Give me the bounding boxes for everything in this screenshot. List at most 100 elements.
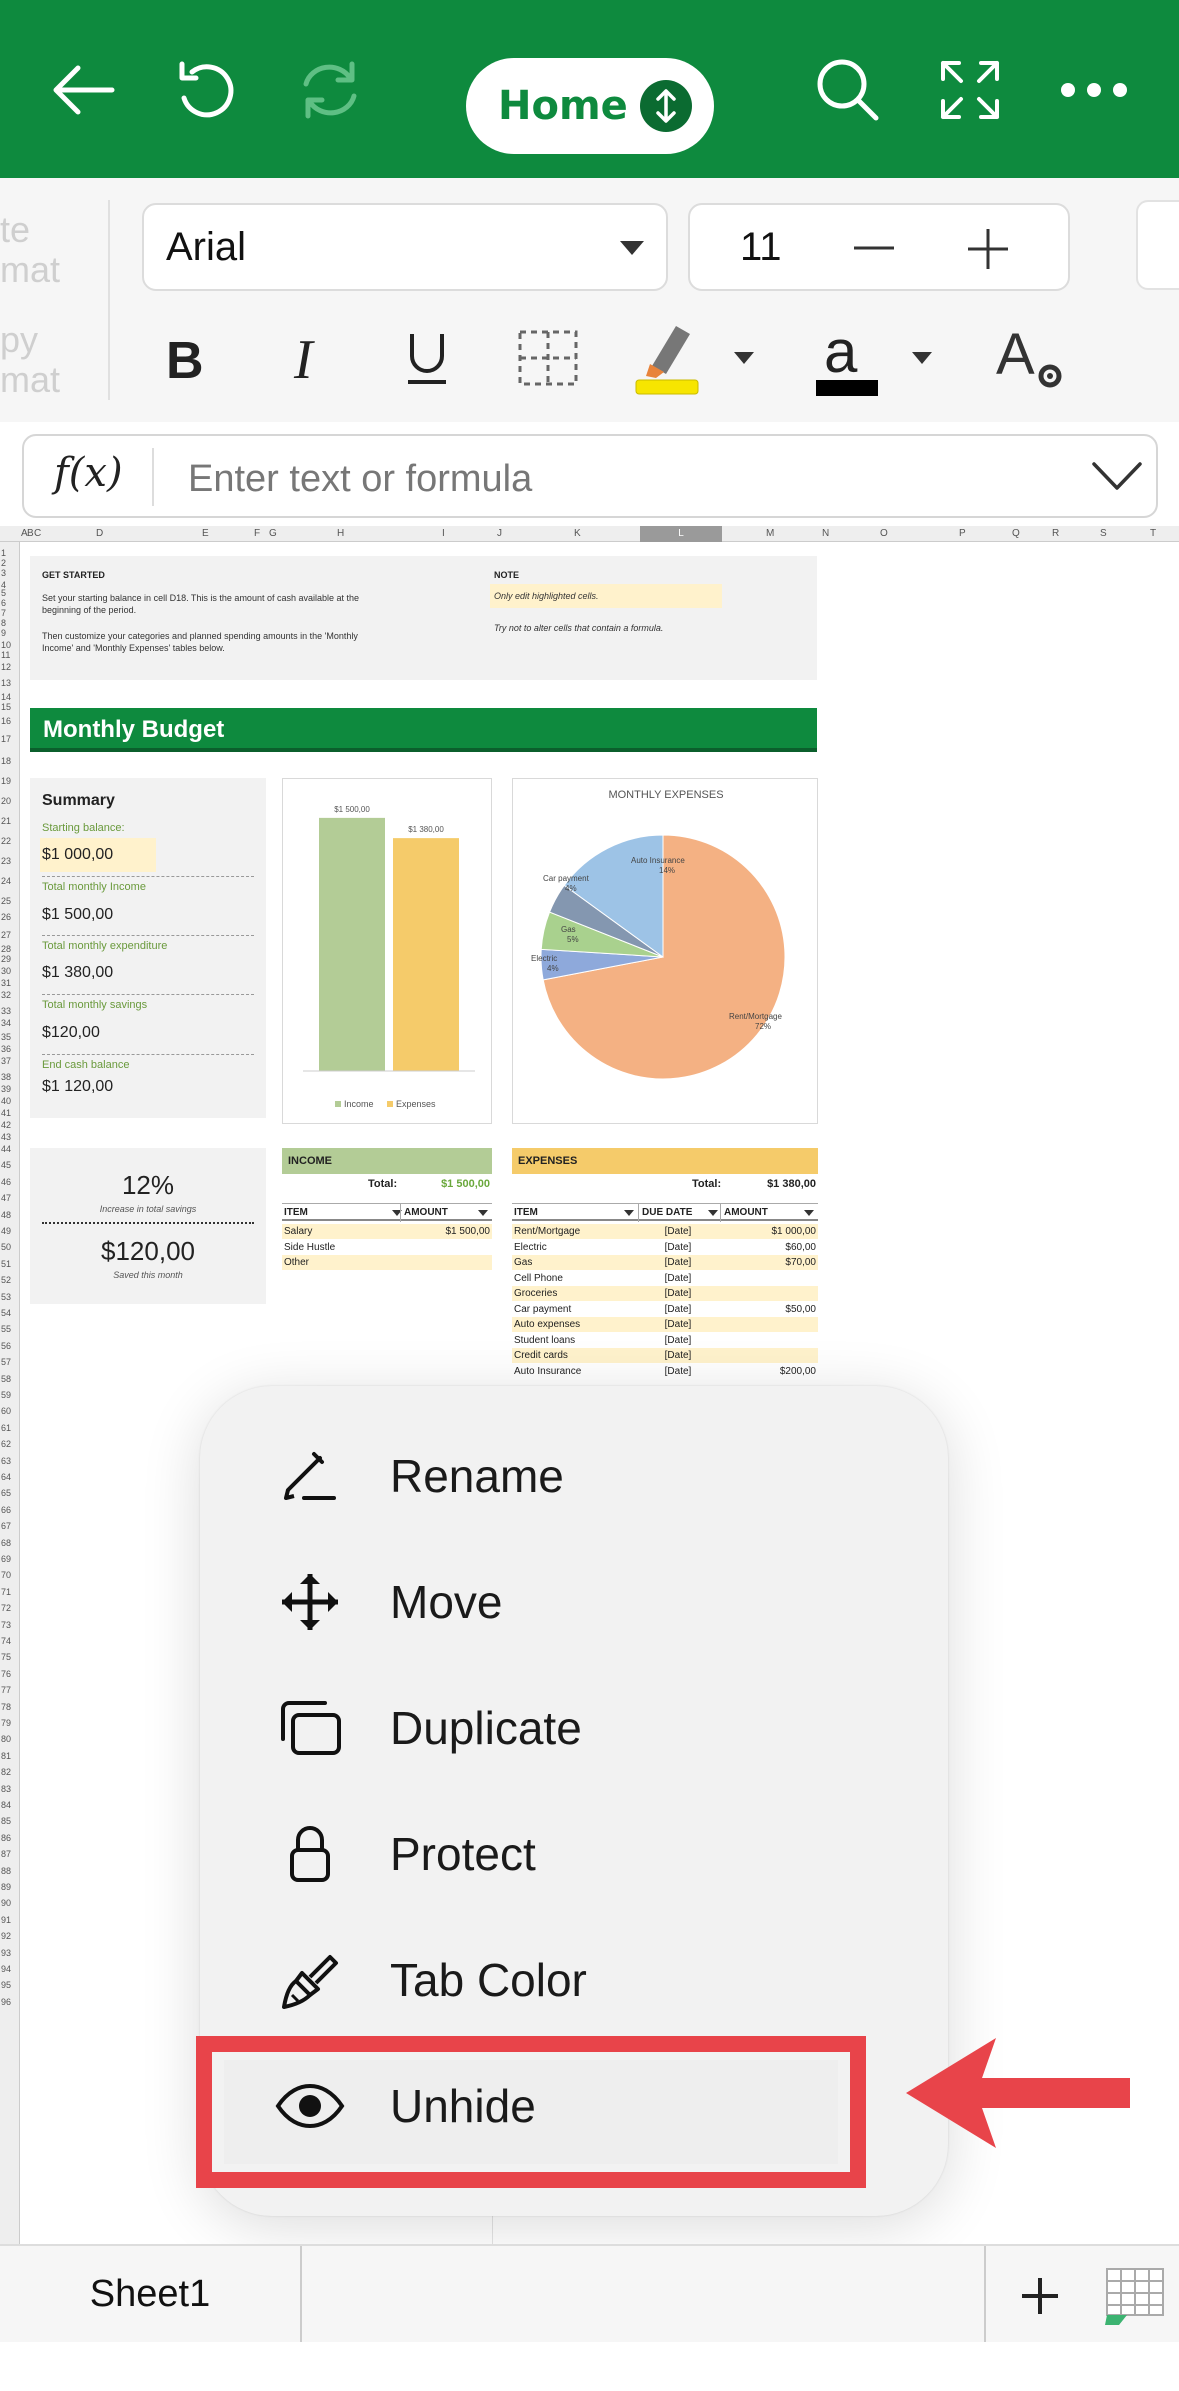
row-header[interactable]: 15 [1,702,11,712]
row-header[interactable]: 13 [1,678,11,688]
column-header[interactable]: N [822,528,829,539]
row-header[interactable]: 7 [1,608,6,618]
row-header[interactable]: 39 [1,1084,11,1094]
font-size-stepper[interactable]: 11 [688,203,1070,291]
row-header[interactable]: 26 [1,912,11,922]
row-header[interactable]: 32 [1,990,11,1000]
monthly-expenses-pie-chart[interactable]: MONTHLY EXPENSES Rent/Mortgage 72% Electri… [512,778,818,1124]
row-header[interactable]: 60 [1,1406,11,1416]
row-header[interactable]: 73 [1,1620,11,1630]
row-header[interactable]: 6 [1,598,6,608]
row-header[interactable]: 64 [1,1472,11,1482]
row-header[interactable]: 86 [1,1833,11,1843]
row-header[interactable]: 36 [1,1044,11,1054]
row-header[interactable]: 24 [1,876,11,886]
row-header[interactable]: 20 [1,796,11,806]
table-row[interactable]: Auto expenses [Date] [512,1317,818,1332]
table-row[interactable]: Cell Phone [Date] [512,1270,818,1286]
highlight-fill-button[interactable] [628,318,708,398]
row-header[interactable]: 28 [1,944,11,954]
row-header[interactable]: 25 [1,896,11,906]
back-arrow-icon[interactable] [44,50,124,130]
bold-button[interactable]: B [150,318,220,398]
row-header[interactable]: 62 [1,1439,11,1449]
font-color-chevron-icon[interactable] [902,318,942,398]
column-header[interactable]: O [880,528,888,539]
row-header[interactable]: 48 [1,1210,11,1220]
row-header[interactable]: 82 [1,1767,11,1777]
row-header[interactable]: 37 [1,1056,11,1066]
menu-item-rename[interactable]: Rename [270,1428,870,1524]
sheet-tab-sheet1[interactable]: Sheet1 [0,2246,302,2342]
row-header[interactable]: 12 [1,662,11,672]
row-header[interactable]: 78 [1,1702,11,1712]
row-header[interactable]: 93 [1,1948,11,1958]
column-header[interactable]: R [1052,528,1059,539]
fill-color-chevron-icon[interactable] [724,318,764,398]
column-header[interactable]: C [34,528,41,539]
row-header[interactable]: 83 [1,1784,11,1794]
row-header[interactable]: 46 [1,1177,11,1187]
row-header[interactable]: 43 [1,1132,11,1142]
income-col-item[interactable]: ITEM [284,1204,308,1222]
row-header[interactable]: 79 [1,1718,11,1728]
row-header[interactable]: 41 [1,1108,11,1118]
column-header[interactable]: P [959,528,966,539]
column-header-selected[interactable]: L [640,526,722,542]
redo-icon[interactable] [290,50,370,130]
table-row[interactable]: Side Hustle [282,1239,492,1255]
minus-icon[interactable] [852,235,896,261]
row-header[interactable]: 95 [1,1980,11,1990]
table-row[interactable]: Salary $1 500,00 [282,1224,492,1239]
row-header[interactable]: 10 [1,640,11,650]
row-header[interactable]: 17 [1,734,11,744]
formula-bar[interactable]: f(x) Enter text or formula [22,434,1158,518]
income-col-amount[interactable]: AMOUNT [400,1204,448,1222]
undo-icon[interactable] [166,50,246,130]
column-header[interactable]: Q [1012,528,1020,539]
row-header[interactable]: 34 [1,1018,11,1028]
table-row[interactable]: Auto Insurance [Date] $200,00 [512,1363,818,1379]
filter-dropdown-icon[interactable] [708,1210,718,1216]
row-header[interactable]: 94 [1,1964,11,1974]
row-header[interactable]: 16 [1,716,11,726]
row-header[interactable]: 91 [1,1915,11,1925]
row-header[interactable]: 80 [1,1734,11,1744]
row-header[interactable]: 84 [1,1800,11,1810]
font-name-dropdown[interactable]: Arial [142,203,668,291]
column-header[interactable]: K [574,528,581,539]
row-header[interactable]: 57 [1,1357,11,1367]
row-header[interactable]: 88 [1,1866,11,1876]
row-header[interactable]: 67 [1,1521,11,1531]
row-header[interactable]: 45 [1,1160,11,1170]
row-header[interactable]: 40 [1,1096,11,1106]
table-row[interactable]: Gas [Date] $70,00 [512,1255,818,1270]
row-header[interactable]: 81 [1,1751,11,1761]
income-table[interactable]: INCOME Total: $1 500,00 ITEM AMOUNT Sala… [282,1148,492,1298]
table-row[interactable]: Electric [Date] $60,00 [512,1239,818,1255]
row-header[interactable]: 54 [1,1308,11,1318]
font-color-button[interactable]: a [806,318,886,398]
column-header[interactable]: D [96,528,103,539]
menu-item-tab-color[interactable]: Tab Color [270,1932,870,2028]
row-header[interactable]: 21 [1,816,11,826]
row-header[interactable]: 96 [1,1997,11,2007]
row-header[interactable]: 51 [1,1259,11,1269]
row-header[interactable]: 63 [1,1456,11,1466]
column-header[interactable]: J [497,528,502,539]
row-header[interactable]: 72 [1,1603,11,1613]
row-header[interactable]: 3 [1,568,6,578]
row-header[interactable]: 22 [1,836,11,846]
underline-button[interactable] [392,318,462,398]
menu-item-protect[interactable]: Protect [270,1806,870,1902]
row-header[interactable]: 75 [1,1652,11,1662]
filter-dropdown-icon[interactable] [804,1210,814,1216]
menu-item-duplicate[interactable]: Duplicate [270,1680,870,1776]
row-header[interactable]: 14 [1,692,11,702]
filter-dropdown-icon[interactable] [624,1210,634,1216]
row-header[interactable]: 42 [1,1120,11,1130]
home-tab-switcher[interactable]: Home [466,58,714,154]
column-header[interactable]: F [254,528,260,539]
row-header[interactable]: 1 [1,548,6,558]
table-row[interactable]: Student loans [Date] [512,1332,818,1348]
